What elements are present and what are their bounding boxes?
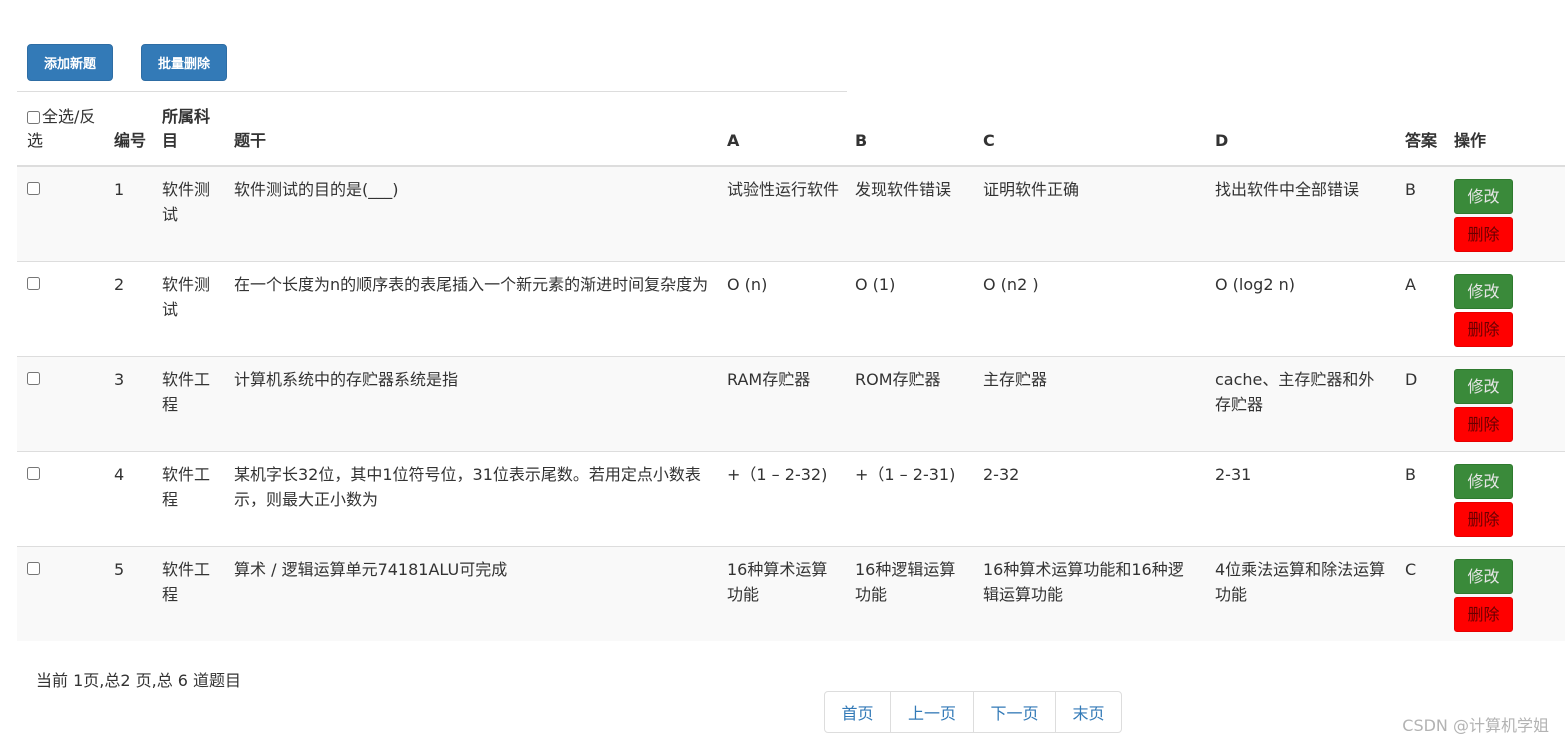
option-b-cell: O (1) [847,260,975,356]
option-d-cell: 2-31 [1207,450,1397,546]
option-a-cell: 16种算术运算功能 [719,545,847,641]
edit-button[interactable]: 修改 [1454,179,1513,214]
id-cell: 1 [106,165,154,261]
action-cell: 修改 删除 [1446,260,1565,356]
watermark: CSDN @计算机学姐 [1402,716,1549,735]
option-b-cell: 发现软件错误 [847,165,975,261]
edit-button[interactable]: 修改 [1454,368,1513,404]
row-checkbox[interactable] [27,561,40,575]
action-cell: 修改 删除 [1446,545,1565,641]
row-checkbox[interactable] [27,182,40,195]
option-b-header: B [847,93,975,167]
option-a-cell: RAM存贮器 [719,355,847,451]
answer-cell: A [1397,260,1446,356]
answer-cell: B [1397,450,1446,546]
action-cell: 修改 删除 [1446,355,1565,451]
stem-cell: 软件测试的目的是(___) [226,165,719,261]
option-a-cell: 试验性运行软件 [719,165,847,261]
subject-cell: 软件工程 [154,355,226,451]
option-d-cell: O (log2 n) [1207,260,1397,356]
row-select-cell [17,165,106,261]
subject-cell: 软件工程 [154,545,226,641]
answer-header: 答案 [1397,93,1446,167]
option-d-cell: 4位乘法运算和除法运算功能 [1207,545,1397,641]
edit-button[interactable]: 修改 [1454,273,1513,309]
table-row: 5 软件工程 算术 / 逻辑运算单元74181ALU可完成 16种算术运算功能 … [17,545,1565,641]
last-page-link[interactable]: 末页 [1055,692,1121,732]
option-c-header: C [975,93,1207,167]
subject-header: 所属科目 [154,93,226,167]
row-select-cell [17,260,106,356]
table-row: 3 软件工程 计算机系统中的存贮器系统是指 RAM存贮器 ROM存贮器 主存贮器… [17,355,1565,451]
id-header: 编号 [106,93,154,167]
stem-cell: 计算机系统中的存贮器系统是指 [226,355,719,451]
id-cell: 2 [106,260,154,356]
row-select-cell [17,545,106,641]
id-cell: 4 [106,450,154,546]
delete-button[interactable]: 删除 [1454,406,1513,442]
table-row: 1 软件测试 软件测试的目的是(___) 试验性运行软件 发现软件错误 证明软件… [17,165,1565,261]
subject-cell: 软件测试 [154,260,226,356]
action-cell: 修改 删除 [1446,450,1565,546]
edit-button[interactable]: 修改 [1454,558,1513,594]
row-checkbox[interactable] [27,371,40,385]
row-checkbox[interactable] [27,276,40,290]
stem-header: 题干 [226,93,719,167]
option-a-header: A [719,93,847,167]
question-table: 全选/反选 编号 所属科目 题干 A B C D 答案 操作 1 软件测试 软件… [17,93,1565,641]
option-b-cell: +（1 – 2-31) [847,450,975,546]
stem-cell: 某机字长32位，其中1位符号位，31位表示尾数。若用定点小数表示，则最大正小数为 [226,450,719,546]
add-question-button[interactable]: 添加新题 [27,44,113,81]
subject-cell: 软件工程 [154,450,226,546]
option-b-cell: 16种逻辑运算功能 [847,545,975,641]
answer-cell: B [1397,165,1446,261]
row-checkbox[interactable] [27,466,40,480]
action-cell: 修改 删除 [1446,165,1565,261]
table-row: 2 软件测试 在一个长度为n的顺序表的表尾插入一个新元素的渐进时间复杂度为 O … [17,260,1565,356]
answer-cell: C [1397,545,1446,641]
table-row: 4 软件工程 某机字长32位，其中1位符号位，31位表示尾数。若用定点小数表示，… [17,450,1565,546]
select-all-header: 全选/反选 [17,93,106,167]
option-d-cell: cache、主存贮器和外存贮器 [1207,355,1397,451]
option-b-cell: ROM存贮器 [847,355,975,451]
delete-button[interactable]: 删除 [1454,311,1513,347]
prev-page-link[interactable]: 上一页 [890,692,973,732]
subject-cell: 软件测试 [154,165,226,261]
action-header: 操作 [1446,93,1565,167]
pagination: 首页 上一页 下一页 末页 [824,691,1122,733]
option-d-header: D [1207,93,1397,167]
stem-cell: 在一个长度为n的顺序表的表尾插入一个新元素的渐进时间复杂度为 [226,260,719,356]
first-page-link[interactable]: 首页 [825,692,890,732]
option-c-cell: 主存贮器 [975,355,1207,451]
row-select-cell [17,450,106,546]
table-header-row: 全选/反选 编号 所属科目 题干 A B C D 答案 操作 [17,93,1565,167]
toolbar-divider [17,91,847,92]
option-c-cell: O (n2 ) [975,260,1207,356]
delete-button[interactable]: 删除 [1454,501,1513,537]
option-c-cell: 16种算术运算功能和16种逻辑运算功能 [975,545,1207,641]
next-page-link[interactable]: 下一页 [973,692,1055,732]
edit-button[interactable]: 修改 [1454,463,1513,499]
row-select-cell [17,355,106,451]
delete-button[interactable]: 删除 [1454,217,1513,252]
delete-button[interactable]: 删除 [1454,596,1513,632]
id-cell: 5 [106,545,154,641]
option-a-cell: O (n) [719,260,847,356]
id-cell: 3 [106,355,154,451]
option-a-cell: +（1 – 2-32) [719,450,847,546]
option-d-cell: 找出软件中全部错误 [1207,165,1397,261]
option-c-cell: 2-32 [975,450,1207,546]
stem-cell: 算术 / 逻辑运算单元74181ALU可完成 [226,545,719,641]
option-c-cell: 证明软件正确 [975,165,1207,261]
pagination-status: 当前 1页,总2 页,总 6 道题目 [36,671,242,690]
batch-delete-button[interactable]: 批量删除 [141,44,227,81]
select-all-checkbox[interactable] [27,111,40,124]
answer-cell: D [1397,355,1446,451]
